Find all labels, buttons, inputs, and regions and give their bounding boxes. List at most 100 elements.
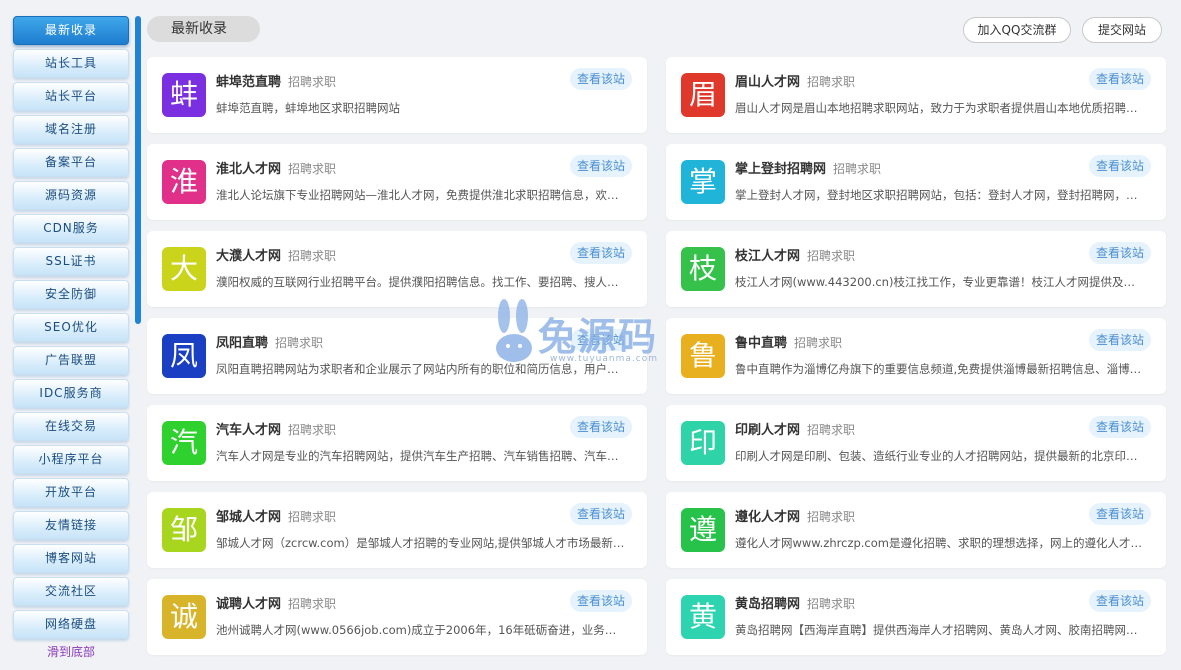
site-card[interactable]: 枝枝江人才网 招聘求职 查看该站 枝江人才网(www.443200.cn)枝江找工作，… (666, 231, 1166, 307)
site-card[interactable]: 淮淮北人才网 招聘求职 查看该站 淮北人论坛旗下专业招聘网站—淮北人才网，免费提供淮北… (147, 144, 647, 220)
sidebar-item[interactable]: 网络硬盘 (13, 610, 129, 639)
site-name[interactable]: 黄岛招聘网 (735, 597, 800, 612)
sidebar-item[interactable]: 小程序平台 (13, 445, 129, 474)
view-site-button[interactable]: 查看该站 (1089, 68, 1151, 90)
site-card[interactable]: 凤凤阳直聘 招聘求职 查看该站 凤阳直聘招聘网站为求职者和企业展示了网站内所有的职位和… (147, 318, 647, 394)
site-name[interactable]: 大濮人才网 (216, 249, 281, 264)
site-name[interactable]: 枝江人才网 (735, 249, 800, 264)
site-card[interactable]: 邹邹城人才网 招聘求职 查看该站 邹城人才网（zcrcw.com）是邹城人才招聘的专业… (147, 492, 647, 568)
site-name-row: 蚌埠范直聘 招聘求职 (216, 71, 336, 90)
site-card[interactable]: 蚌蚌埠范直聘 招聘求职 查看该站 蚌埠范直聘，蚌埠地区求职招聘网站 (147, 57, 647, 133)
site-category: 招聘求职 (807, 510, 856, 524)
site-description: 淮北人论坛旗下专业招聘网站—淮北人才网，免费提供淮北求职招聘信息，欢迎访问 (216, 188, 626, 202)
site-avatar: 凤 (162, 334, 206, 378)
join-qq-group-button[interactable]: 加入QQ交流群 (963, 17, 1071, 43)
view-site-button[interactable]: 查看该站 (570, 68, 632, 90)
view-site-button[interactable]: 查看该站 (1089, 155, 1151, 177)
site-avatar: 大 (162, 247, 206, 291)
sidebar-item[interactable]: 源码资源 (13, 181, 129, 210)
site-category: 招聘求职 (833, 162, 882, 176)
view-site-button[interactable]: 查看该站 (1089, 503, 1151, 525)
sidebar-item[interactable]: 站长平台 (13, 82, 129, 111)
site-avatar: 遵 (681, 508, 725, 552)
site-name-row: 邹城人才网 招聘求职 (216, 506, 336, 525)
view-site-button[interactable]: 查看该站 (570, 242, 632, 264)
view-site-button[interactable]: 查看该站 (570, 590, 632, 612)
site-name[interactable]: 遵化人才网 (735, 510, 800, 525)
sidebar-item[interactable]: 开放平台 (13, 478, 129, 507)
site-name[interactable]: 印刷人才网 (735, 423, 800, 438)
site-avatar: 鲁 (681, 334, 725, 378)
site-category: 招聘求职 (807, 249, 856, 263)
view-site-button[interactable]: 查看该站 (570, 416, 632, 438)
sidebar-item[interactable]: 广告联盟 (13, 346, 129, 375)
view-site-button[interactable]: 查看该站 (1089, 590, 1151, 612)
sidebar-item[interactable]: 最新收录 (13, 16, 129, 45)
view-site-button[interactable]: 查看该站 (570, 329, 632, 351)
site-card[interactable]: 掌掌上登封招聘网 招聘求职 查看该站 掌上登封人才网，登封地区求职招聘网站，包括：登封… (666, 144, 1166, 220)
site-name[interactable]: 蚌埠范直聘 (216, 75, 281, 90)
site-avatar: 印 (681, 421, 725, 465)
site-name[interactable]: 邹城人才网 (216, 510, 281, 525)
site-description: 掌上登封人才网，登封地区求职招聘网站，包括：登封人才网，登封招聘网，登封人才市场 (735, 188, 1145, 202)
site-name[interactable]: 汽车人才网 (216, 423, 281, 438)
site-name-row: 黄岛招聘网 招聘求职 (735, 593, 855, 612)
site-card[interactable]: 汽汽车人才网 招聘求职 查看该站 汽车人才网是专业的汽车招聘网站，提供汽车生产招聘、汽… (147, 405, 647, 481)
site-card[interactable]: 印印刷人才网 招聘求职 查看该站印刷人才网是印刷、包装、造纸行业专业的人才招聘网站，… (666, 405, 1166, 481)
site-description: 黄岛招聘网【西海岸直聘】提供西海岸人才招聘网、黄岛人才网、胶南招聘网信息 (735, 623, 1145, 637)
sidebar-item[interactable]: SEO优化 (13, 313, 129, 342)
site-card[interactable]: 鲁鲁中直聘 招聘求职 查看该站鲁中直聘作为淄博亿舟旗下的重要信息频道,免费提供淄博最… (666, 318, 1166, 394)
site-avatar: 枝 (681, 247, 725, 291)
sidebar-item[interactable]: 域名注册 (13, 115, 129, 144)
sidebar-item[interactable]: IDC服务商 (13, 379, 129, 408)
view-site-button[interactable]: 查看该站 (570, 503, 632, 525)
view-site-button[interactable]: 查看该站 (1089, 416, 1151, 438)
site-name[interactable]: 淮北人才网 (216, 162, 281, 177)
sidebar-item[interactable]: 备案平台 (13, 148, 129, 177)
site-name[interactable]: 掌上登封招聘网 (735, 162, 826, 177)
site-name[interactable]: 眉山人才网 (735, 75, 800, 90)
site-card[interactable]: 眉眉山人才网 招聘求职 查看该站 眉山人才网是眉山本地招聘求职网站，致力于为求职者提供… (666, 57, 1166, 133)
site-name[interactable]: 凤阳直聘 (216, 336, 268, 351)
sidebar-item[interactable]: 交流社区 (13, 577, 129, 606)
site-category: 招聘求职 (288, 510, 337, 524)
sidebar-item[interactable]: CDN服务 (13, 214, 129, 243)
site-name-row: 鲁中直聘 招聘求职 (735, 332, 842, 351)
sidebar-item[interactable]: 博客网站 (13, 544, 129, 573)
site-card[interactable]: 黄黄岛招聘网 招聘求职 查看该站 黄岛招聘网【西海岸直聘】提供西海岸人才招聘网、黄岛人… (666, 579, 1166, 655)
sidebar-scrollbar[interactable] (135, 16, 141, 324)
site-name[interactable]: 鲁中直聘 (735, 336, 787, 351)
submit-site-button[interactable]: 提交网站 (1082, 17, 1162, 43)
site-avatar: 诚 (162, 595, 206, 639)
site-category: 招聘求职 (288, 423, 337, 437)
view-site-button[interactable]: 查看该站 (1089, 242, 1151, 264)
site-avatar: 汽 (162, 421, 206, 465)
site-name-row: 诚聘人才网 招聘求职 (216, 593, 336, 612)
sidebar-item[interactable]: 在线交易 (13, 412, 129, 441)
site-description: 鲁中直聘作为淄博亿舟旗下的重要信息频道,免费提供淄博最新招聘信息、淄博求职信息 (735, 362, 1145, 376)
site-name-row: 淮北人才网 招聘求职 (216, 158, 336, 177)
view-site-button[interactable]: 查看该站 (1089, 329, 1151, 351)
site-name-row: 凤阳直聘 招聘求职 (216, 332, 323, 351)
site-avatar: 邹 (162, 508, 206, 552)
site-name-row: 大濮人才网 招聘求职 (216, 245, 336, 264)
site-name[interactable]: 诚聘人才网 (216, 597, 281, 612)
sidebar-item[interactable]: 友情链接 (13, 511, 129, 540)
site-name-row: 枝江人才网 招聘求职 (735, 245, 855, 264)
site-card[interactable]: 大大濮人才网 招聘求职 查看该站 濮阳权威的互联网行业招聘平台。提供濮阳招聘信息。找工… (147, 231, 647, 307)
scroll-to-bottom-link[interactable]: 滑到底部 (13, 643, 129, 660)
sidebar-item[interactable]: 安全防御 (13, 280, 129, 309)
site-category: 招聘求职 (807, 597, 856, 611)
sidebar-item[interactable]: SSL证书 (13, 247, 129, 276)
site-card[interactable]: 诚诚聘人才网 招聘求职 查看该站 池州诚聘人才网(www.0566job.com)成立… (147, 579, 647, 655)
section-title: 最新收录 (147, 16, 260, 42)
view-site-button[interactable]: 查看该站 (570, 155, 632, 177)
site-avatar: 眉 (681, 73, 725, 117)
site-name-row: 印刷人才网 招聘求职 (735, 419, 855, 438)
sidebar-item[interactable]: 站长工具 (13, 49, 129, 78)
site-card[interactable]: 遵遵化人才网 招聘求职 查看该站 遵化人才网www.zhrczp.com是遵化招聘、求… (666, 492, 1166, 568)
site-category: 招聘求职 (288, 597, 337, 611)
site-description: 蚌埠范直聘，蚌埠地区求职招聘网站 (216, 101, 400, 115)
site-category: 招聘求职 (807, 75, 856, 89)
site-description: 印刷人才网是印刷、包装、造纸行业专业的人才招聘网站，提供最新的北京印刷招聘信息 (735, 449, 1145, 463)
